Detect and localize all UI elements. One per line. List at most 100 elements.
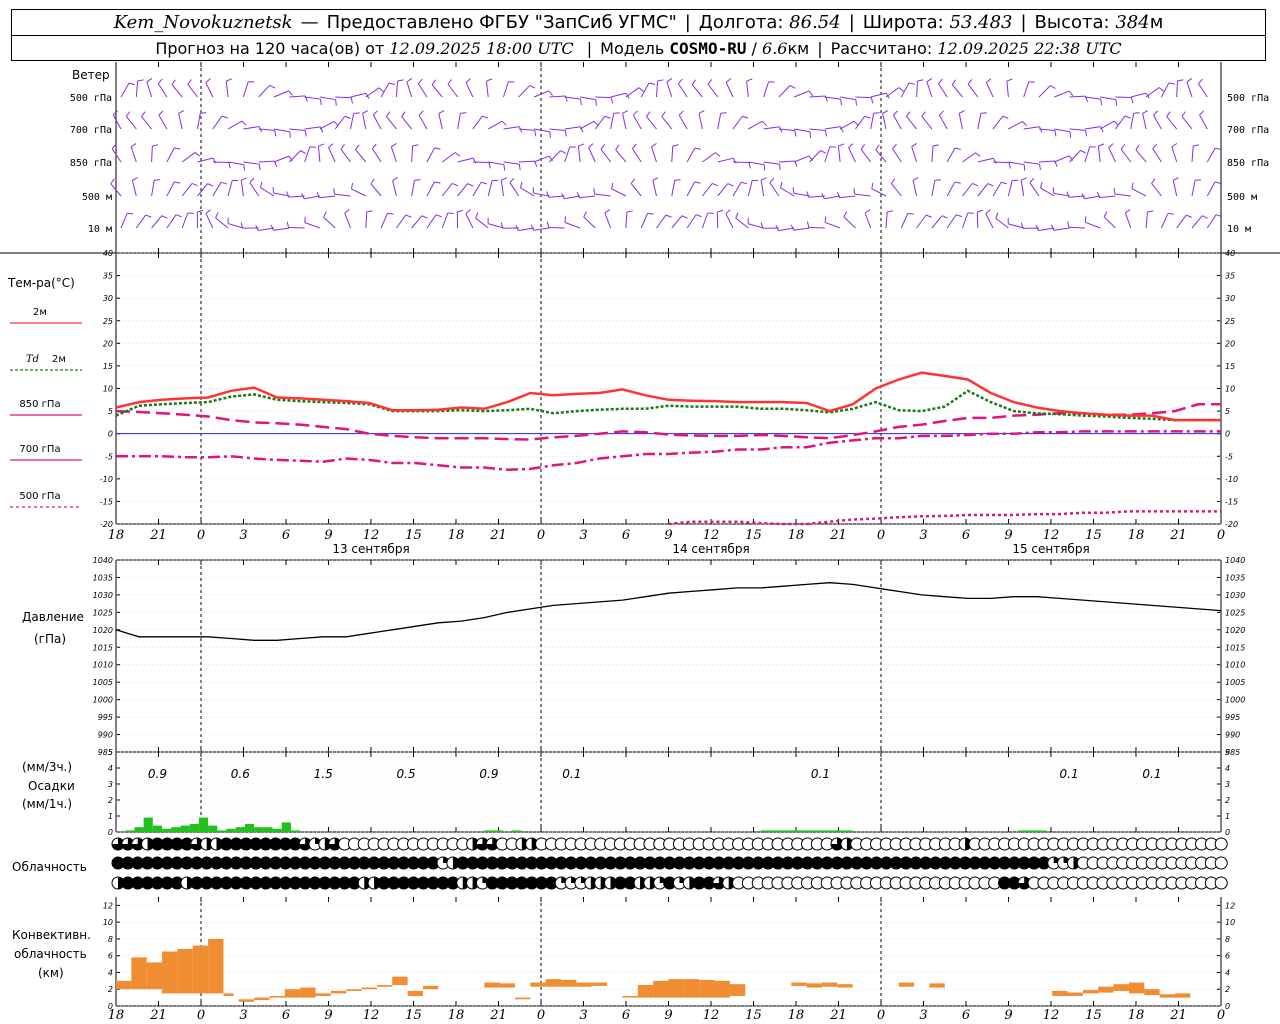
convective-bar xyxy=(499,983,516,988)
wind-barb-feather xyxy=(1020,177,1027,181)
pres-y-label-right: 1005 xyxy=(1225,678,1245,687)
wind-barb xyxy=(725,82,734,98)
conv-x-label: 9 xyxy=(664,1008,672,1023)
wind-barb xyxy=(780,187,795,197)
wind-barb-feather xyxy=(972,183,979,187)
wind-barb-feather xyxy=(717,209,724,213)
wind-barb xyxy=(249,182,260,197)
wind-barb-feather xyxy=(187,79,192,85)
legend-label: 850 гПа xyxy=(19,399,60,410)
precip-3h-unit: (мм/3ч.) xyxy=(22,760,73,774)
precip-3h-label: 0.1 xyxy=(562,767,581,781)
wind-barb-feather xyxy=(465,209,471,215)
wind-barb xyxy=(242,81,249,98)
temp-x-label: 21 xyxy=(1169,528,1187,543)
wind-barb xyxy=(181,152,196,163)
wind-barb xyxy=(1084,195,1101,200)
convective-bar xyxy=(1067,992,1083,996)
wind-barb-feather xyxy=(934,179,941,181)
wind-barb xyxy=(938,114,948,130)
temp-y-label-left: -10 xyxy=(100,475,113,484)
wind-barb-feather xyxy=(1151,178,1156,184)
wind-barb xyxy=(518,85,531,98)
wind-barb-feather xyxy=(249,177,255,183)
wind-barb xyxy=(340,148,351,163)
wind-barb xyxy=(661,116,673,130)
wind-barb-feather xyxy=(938,78,943,84)
precip-bar xyxy=(281,822,291,832)
legend-label-italic: Td xyxy=(26,354,39,365)
pres-y-label-left: 1005 xyxy=(93,678,113,687)
wind-barb-feather xyxy=(707,79,713,85)
wind-barb xyxy=(401,116,413,130)
pres-y-label-left: 1020 xyxy=(93,626,113,635)
wind-barb-feather xyxy=(418,110,424,116)
pres-y-label-right: 1015 xyxy=(1225,643,1245,652)
wind-barb xyxy=(579,120,595,130)
wind-barb xyxy=(465,82,474,98)
wind-barb-feather xyxy=(1135,144,1140,150)
wind-barb xyxy=(197,183,209,197)
precip-bar xyxy=(788,830,798,832)
conv-x-label: 12 xyxy=(1043,1008,1060,1023)
wind-barb-feather xyxy=(732,157,737,164)
wind-barb xyxy=(916,214,927,229)
temp-y-label-left: 35 xyxy=(103,272,113,281)
wind-barb xyxy=(328,147,336,163)
temp-y-label-right: 35 xyxy=(1225,272,1235,281)
wind-barb xyxy=(630,183,642,197)
wind-barb-feather xyxy=(158,110,164,116)
wind-barb-feather xyxy=(600,144,606,150)
wind-barb xyxy=(651,146,657,163)
wind-barb xyxy=(985,82,994,98)
wind-barb xyxy=(748,120,763,130)
conv-y-label-right: 6 xyxy=(1225,952,1230,961)
wind-barb xyxy=(411,215,423,229)
wind-barb-feather xyxy=(435,214,442,218)
wind-barb xyxy=(717,113,722,130)
convective-bar xyxy=(699,980,715,998)
temp-x-label: 0 xyxy=(1217,528,1225,543)
wind-barb-feather xyxy=(760,177,767,181)
wind-barb xyxy=(520,187,535,197)
prec-y-label-left: 4 xyxy=(108,764,113,773)
cloud-symbol xyxy=(1214,856,1228,870)
wind-barb xyxy=(652,180,657,197)
temp-y-label-left: 5 xyxy=(108,407,113,416)
wind-barb xyxy=(1206,147,1216,163)
wind-barb-feather xyxy=(824,130,827,137)
wind-barb xyxy=(151,145,153,163)
convective-bar xyxy=(1113,984,1129,991)
wind-barb xyxy=(141,116,152,130)
wind-barb xyxy=(411,145,414,163)
wind-barb xyxy=(1099,120,1115,130)
wind-barb-feather xyxy=(205,78,211,83)
wind-barb-feather xyxy=(873,112,880,114)
precip-bar xyxy=(217,830,227,832)
wind-barb xyxy=(610,113,615,130)
convective-bar xyxy=(576,982,592,987)
wind-barb xyxy=(225,81,229,98)
conv-x-label: 18 xyxy=(1128,1008,1145,1023)
wind-barb-feather xyxy=(197,209,204,213)
convective-bar xyxy=(315,993,331,996)
wind-barb-feather xyxy=(414,179,421,181)
convective-bar xyxy=(561,980,577,987)
wind-barb xyxy=(1069,150,1081,163)
wind-barb xyxy=(625,212,628,229)
pres-y-label-right: 995 xyxy=(1225,713,1240,722)
wind-barb xyxy=(228,161,244,166)
temp-x-label: 0 xyxy=(197,528,205,543)
wind-barb-feather xyxy=(806,221,810,228)
temp-y-label-right: -10 xyxy=(1225,475,1238,484)
wind-barb xyxy=(763,81,770,98)
wind-barb-feather xyxy=(412,144,419,147)
wind-barb xyxy=(260,187,275,197)
wind-barb-feather xyxy=(546,191,550,198)
temp-y-label-right: -20 xyxy=(1225,520,1238,529)
wind-barb-feather xyxy=(1181,111,1186,117)
wind-barb-feather xyxy=(465,78,471,83)
wind-barb-feather xyxy=(892,143,897,149)
wind-barb xyxy=(344,212,351,229)
wind-barb xyxy=(1191,215,1203,229)
